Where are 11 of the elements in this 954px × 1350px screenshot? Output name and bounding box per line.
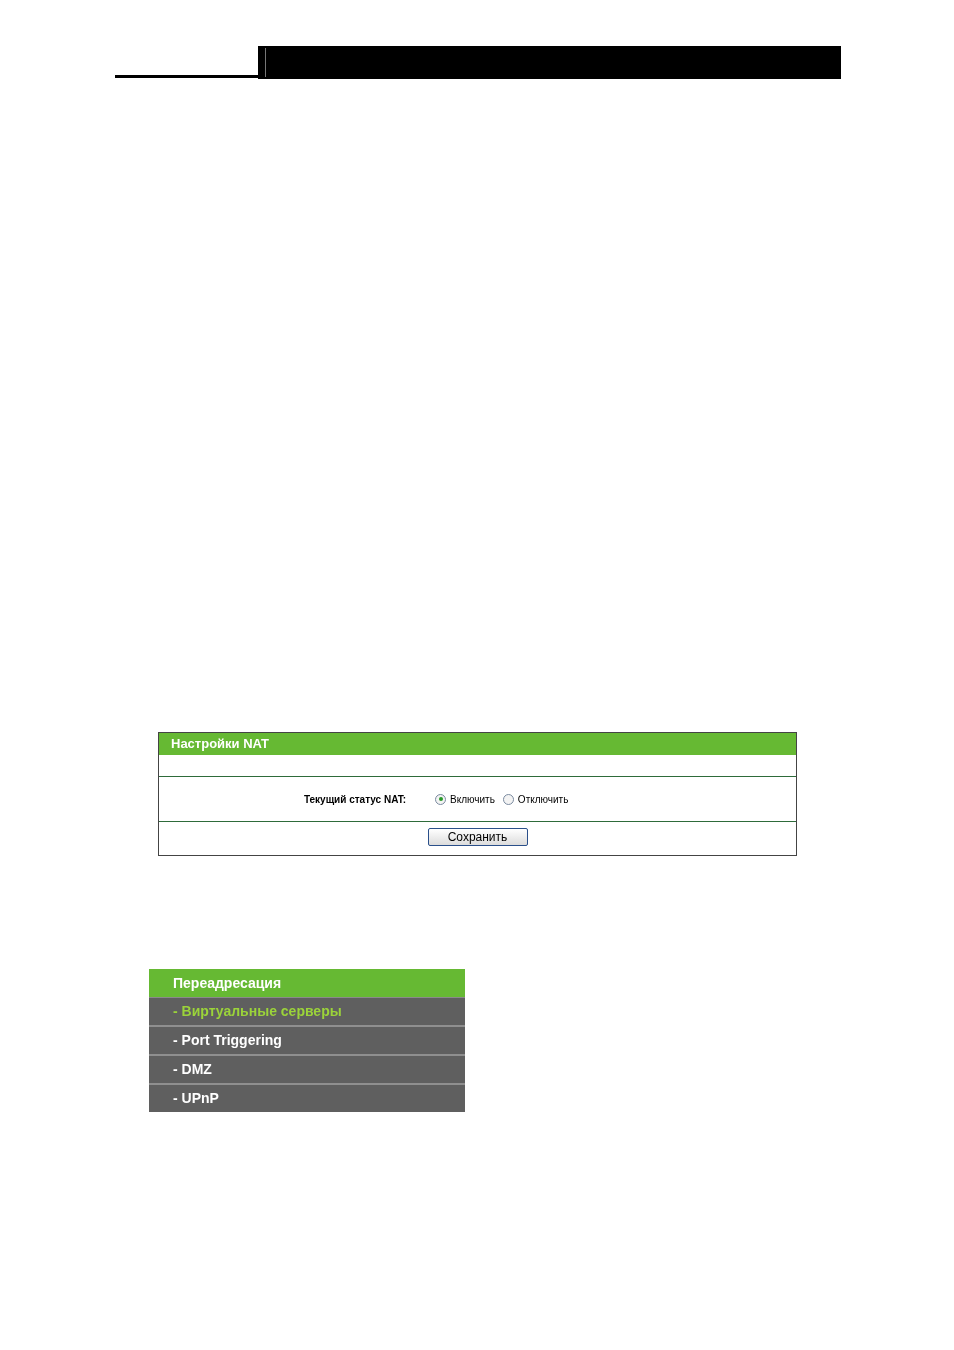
radio-button[interactable] (435, 793, 446, 805)
field-label: Текущий статус NAT: (302, 793, 406, 805)
menu-item[interactable]: - Port Triggering (149, 1027, 465, 1056)
menu-item[interactable]: - Виртуальные серверы (149, 998, 465, 1027)
panel-title: Настройки NAT (159, 733, 796, 755)
radio-label: Включить (450, 793, 495, 805)
radio-button[interactable] (502, 793, 514, 805)
menu-item[interactable]: - UPnP (149, 1085, 465, 1112)
menu-item[interactable]: - DMZ (149, 1056, 465, 1085)
radio-label: Отключить (517, 793, 569, 805)
save-button[interactable]: Сохранить (427, 828, 528, 846)
